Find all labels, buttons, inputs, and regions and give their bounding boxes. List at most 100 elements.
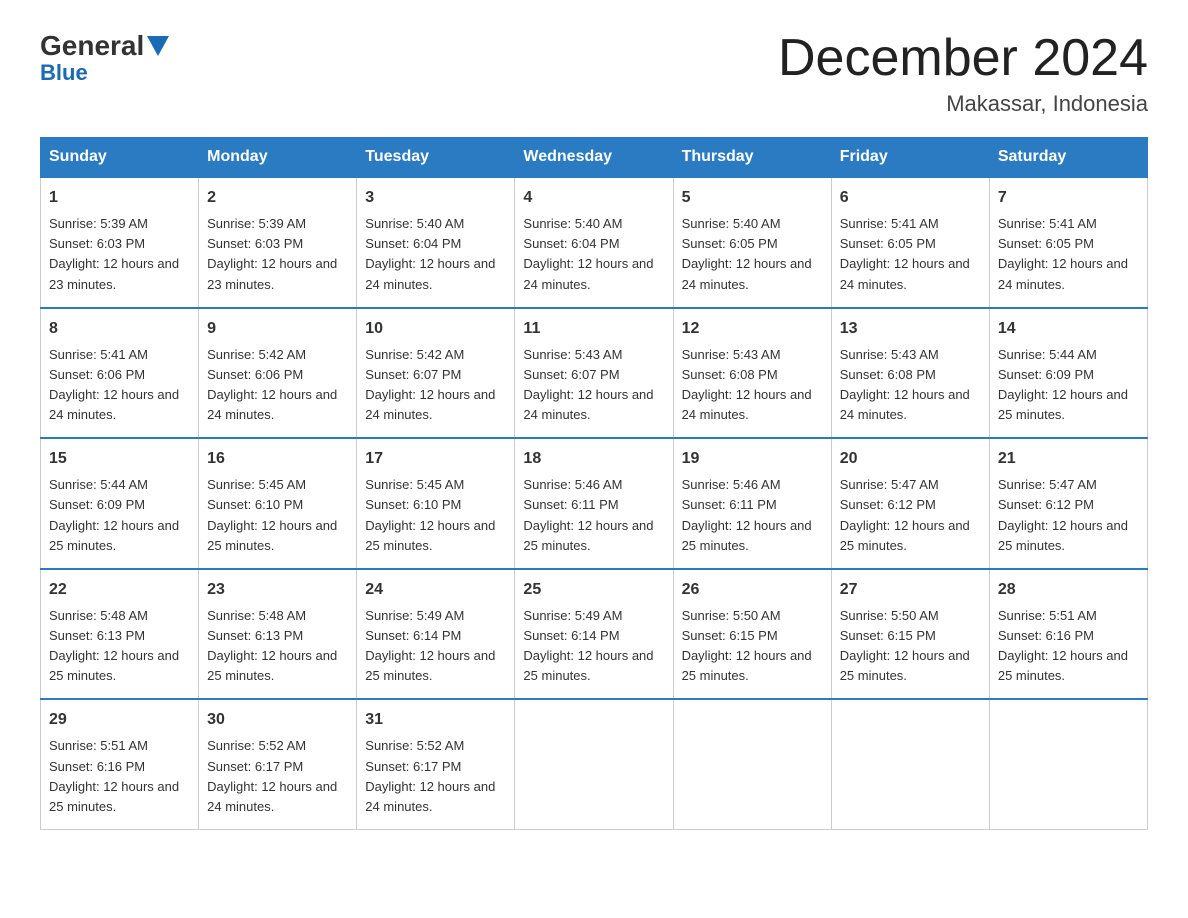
day-info: Sunrise: 5:41 AMSunset: 6:05 PMDaylight:… xyxy=(840,214,981,295)
day-info: Sunrise: 5:44 AMSunset: 6:09 PMDaylight:… xyxy=(998,345,1139,426)
col-header-sunday: Sunday xyxy=(41,138,199,178)
day-info: Sunrise: 5:43 AMSunset: 6:07 PMDaylight:… xyxy=(523,345,664,426)
day-info: Sunrise: 5:46 AMSunset: 6:11 PMDaylight:… xyxy=(523,475,664,556)
day-info: Sunrise: 5:39 AMSunset: 6:03 PMDaylight:… xyxy=(49,214,190,295)
calendar-header-row: Sunday Monday Tuesday Wednesday Thursday… xyxy=(41,138,1148,178)
col-header-wednesday: Wednesday xyxy=(515,138,673,178)
table-row: 2 Sunrise: 5:39 AMSunset: 6:03 PMDaylight… xyxy=(199,177,357,308)
col-header-saturday: Saturday xyxy=(989,138,1147,178)
day-number: 5 xyxy=(682,186,823,210)
day-info: Sunrise: 5:50 AMSunset: 6:15 PMDaylight:… xyxy=(682,606,823,687)
day-number: 11 xyxy=(523,317,664,341)
table-row: 11 Sunrise: 5:43 AMSunset: 6:07 PMDayligh… xyxy=(515,308,673,439)
table-row xyxy=(515,699,673,829)
day-number: 21 xyxy=(998,447,1139,471)
day-number: 25 xyxy=(523,578,664,602)
table-row: 10 Sunrise: 5:42 AMSunset: 6:07 PMDayligh… xyxy=(357,308,515,439)
day-number: 28 xyxy=(998,578,1139,602)
table-row: 6Sunrise: 5:41 AMSunset: 6:05 PMDaylight… xyxy=(831,177,989,308)
table-row: 19Sunrise: 5:46 AMSunset: 6:11 PMDayligh… xyxy=(673,438,831,569)
day-info: Sunrise: 5:48 AMSunset: 6:13 PMDaylight:… xyxy=(49,606,190,687)
table-row: 9 Sunrise: 5:42 AMSunset: 6:06 PMDaylight… xyxy=(199,308,357,439)
day-info: Sunrise: 5:43 AMSunset: 6:08 PMDaylight:… xyxy=(840,345,981,426)
month-title: December 2024 xyxy=(778,30,1148,87)
day-number: 4 xyxy=(523,186,664,210)
logo: General Blue xyxy=(40,30,169,86)
table-row xyxy=(673,699,831,829)
day-number: 23 xyxy=(207,578,348,602)
table-row: 12 Sunrise: 5:43 AMSunset: 6:08 PMDayligh… xyxy=(673,308,831,439)
day-number: 26 xyxy=(682,578,823,602)
col-header-monday: Monday xyxy=(199,138,357,178)
day-info: Sunrise: 5:45 AMSunset: 6:10 PMDaylight:… xyxy=(207,475,348,556)
day-info: Sunrise: 5:47 AMSunset: 6:12 PMDaylight:… xyxy=(998,475,1139,556)
col-header-friday: Friday xyxy=(831,138,989,178)
table-row: 8 Sunrise: 5:41 AMSunset: 6:06 PMDaylight… xyxy=(41,308,199,439)
day-number: 29 xyxy=(49,708,190,732)
day-info: Sunrise: 5:51 AMSunset: 6:16 PMDaylight:… xyxy=(998,606,1139,687)
day-number: 1 xyxy=(49,186,190,210)
day-number: 22 xyxy=(49,578,190,602)
day-number: 18 xyxy=(523,447,664,471)
table-row: 14 Sunrise: 5:44 AMSunset: 6:09 PMDayligh… xyxy=(989,308,1147,439)
table-row: 16 Sunrise: 5:45 AMSunset: 6:10 PMDayligh… xyxy=(199,438,357,569)
day-info: Sunrise: 5:48 AMSunset: 6:13 PMDaylight:… xyxy=(207,606,348,687)
table-row: 23 Sunrise: 5:48 AMSunset: 6:13 PMDayligh… xyxy=(199,569,357,700)
day-number: 12 xyxy=(682,317,823,341)
calendar-table: Sunday Monday Tuesday Wednesday Thursday… xyxy=(40,137,1148,830)
table-row xyxy=(989,699,1147,829)
location-text: Makassar, Indonesia xyxy=(778,91,1148,117)
table-row: 20 Sunrise: 5:47 AMSunset: 6:12 PMDayligh… xyxy=(831,438,989,569)
table-row: 30Sunrise: 5:52 AMSunset: 6:17 PMDayligh… xyxy=(199,699,357,829)
day-info: Sunrise: 5:44 AMSunset: 6:09 PMDaylight:… xyxy=(49,475,190,556)
day-number: 2 xyxy=(207,186,348,210)
day-number: 15 xyxy=(49,447,190,471)
table-row: 3Sunrise: 5:40 AMSunset: 6:04 PMDaylight… xyxy=(357,177,515,308)
page-header: General Blue December 2024 Makassar, Ind… xyxy=(40,30,1148,117)
day-number: 24 xyxy=(365,578,506,602)
table-row: 4 Sunrise: 5:40 AMSunset: 6:04 PMDaylight… xyxy=(515,177,673,308)
day-info: Sunrise: 5:49 AMSunset: 6:14 PMDaylight:… xyxy=(523,606,664,687)
col-header-thursday: Thursday xyxy=(673,138,831,178)
table-row: 22 Sunrise: 5:48 AMSunset: 6:13 PMDayligh… xyxy=(41,569,199,700)
day-number: 16 xyxy=(207,447,348,471)
day-number: 31 xyxy=(365,708,506,732)
day-number: 3 xyxy=(365,186,506,210)
day-info: Sunrise: 5:47 AMSunset: 6:12 PMDaylight:… xyxy=(840,475,981,556)
table-row: 18 Sunrise: 5:46 AMSunset: 6:11 PMDayligh… xyxy=(515,438,673,569)
day-number: 14 xyxy=(998,317,1139,341)
table-row: 21 Sunrise: 5:47 AMSunset: 6:12 PMDayligh… xyxy=(989,438,1147,569)
day-info: Sunrise: 5:42 AMSunset: 6:06 PMDaylight:… xyxy=(207,345,348,426)
day-number: 8 xyxy=(49,317,190,341)
day-number: 17 xyxy=(365,447,506,471)
day-number: 7 xyxy=(998,186,1139,210)
day-info: Sunrise: 5:40 AMSunset: 6:04 PMDaylight:… xyxy=(523,214,664,295)
day-info: Sunrise: 5:51 AMSunset: 6:16 PMDaylight:… xyxy=(49,736,190,817)
day-info: Sunrise: 5:52 AMSunset: 6:17 PMDaylight:… xyxy=(365,736,506,817)
day-number: 9 xyxy=(207,317,348,341)
day-number: 27 xyxy=(840,578,981,602)
calendar-week-row: 29 Sunrise: 5:51 AMSunset: 6:16 PMDayligh… xyxy=(41,699,1148,829)
table-row: 7 Sunrise: 5:41 AMSunset: 6:05 PMDaylight… xyxy=(989,177,1147,308)
calendar-week-row: 15 Sunrise: 5:44 AMSunset: 6:09 PMDayligh… xyxy=(41,438,1148,569)
table-row: 13 Sunrise: 5:43 AMSunset: 6:08 PMDayligh… xyxy=(831,308,989,439)
day-info: Sunrise: 5:41 AMSunset: 6:05 PMDaylight:… xyxy=(998,214,1139,295)
day-info: Sunrise: 5:41 AMSunset: 6:06 PMDaylight:… xyxy=(49,345,190,426)
day-info: Sunrise: 5:42 AMSunset: 6:07 PMDaylight:… xyxy=(365,345,506,426)
logo-blue-text: Blue xyxy=(40,60,169,86)
day-number: 20 xyxy=(840,447,981,471)
col-header-tuesday: Tuesday xyxy=(357,138,515,178)
day-number: 13 xyxy=(840,317,981,341)
table-row: 27Sunrise: 5:50 AMSunset: 6:15 PMDayligh… xyxy=(831,569,989,700)
day-info: Sunrise: 5:43 AMSunset: 6:08 PMDaylight:… xyxy=(682,345,823,426)
day-number: 19 xyxy=(682,447,823,471)
logo-triangle-icon xyxy=(147,36,169,58)
day-number: 10 xyxy=(365,317,506,341)
table-row: 25 Sunrise: 5:49 AMSunset: 6:14 PMDayligh… xyxy=(515,569,673,700)
day-info: Sunrise: 5:39 AMSunset: 6:03 PMDaylight:… xyxy=(207,214,348,295)
table-row: 17 Sunrise: 5:45 AMSunset: 6:10 PMDayligh… xyxy=(357,438,515,569)
table-row xyxy=(831,699,989,829)
table-row: 24Sunrise: 5:49 AMSunset: 6:14 PMDayligh… xyxy=(357,569,515,700)
day-info: Sunrise: 5:45 AMSunset: 6:10 PMDaylight:… xyxy=(365,475,506,556)
calendar-week-row: 8 Sunrise: 5:41 AMSunset: 6:06 PMDaylight… xyxy=(41,308,1148,439)
